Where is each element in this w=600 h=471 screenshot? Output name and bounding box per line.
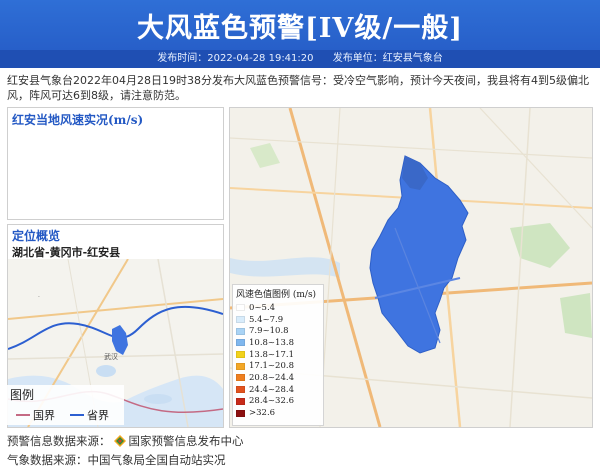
- wind-legend-item: 5.4~7.9: [233, 314, 323, 326]
- wind-legend-item: 0~5.4: [233, 302, 323, 314]
- wind-legend-title: 风速色值图例 (m/s): [236, 290, 317, 300]
- location-panel-title: 定位概览: [12, 229, 61, 243]
- warning-source-label: 预警信息数据来源：: [7, 434, 111, 448]
- publish-unit: 发布单位：红安县气象台: [332, 53, 443, 64]
- warning-source-line: 预警信息数据来源： 国家预警信息发布中心: [7, 433, 244, 449]
- legend-item-province: 省界: [70, 407, 109, 423]
- publish-time: 发布时间：2022-04-28 19:41:20: [157, 53, 314, 64]
- boundary-legend-title: 图例: [10, 388, 35, 402]
- wind-legend-item: 28.4~32.6: [233, 396, 323, 408]
- wind-legend-item: >32.6: [233, 407, 323, 419]
- wind-speed-legend: 风速色值图例 (m/s) 0~5.4 5.4~7.9 7.9~10.8 10.8…: [232, 284, 324, 426]
- wind-legend-item: 20.8~24.4: [233, 372, 323, 384]
- minimap-city-label: 武汉: [104, 352, 118, 361]
- wind-legend-item: 10.8~13.8: [233, 337, 323, 349]
- national-border-line-icon: [16, 414, 30, 416]
- weather-source-line: 气象数据来源：中国气象局全国自动站实况: [7, 453, 226, 467]
- legend-item-national: 国界: [16, 407, 55, 423]
- wind-legend-item: 24.4~28.4: [233, 384, 323, 396]
- location-name: 湖北省-黄冈市-红安县: [12, 246, 121, 259]
- wind-speed-panel: 红安当地风速实况(m/s): [7, 107, 224, 220]
- wind-panel-title: 红安当地风速实况(m/s): [12, 113, 144, 127]
- warning-title: 大风蓝色预警[IV级/一般]: [137, 13, 463, 44]
- warning-banner: 大风蓝色预警[IV级/一般] 发布时间：2022-04-28 19:41:20 …: [0, 0, 600, 68]
- province-border-line-icon: [70, 414, 84, 416]
- warning-center-logo-icon: [113, 435, 126, 447]
- boundary-legend: 图例 国界 省界: [6, 385, 124, 425]
- wind-legend-item: 7.9~10.8: [233, 325, 323, 337]
- warning-description: 红安县气象台2022年04月28日19时38分发布大风蓝色预警信号：受冷空气影响…: [7, 74, 589, 102]
- banner-meta: 发布时间：2022-04-28 19:41:20 发布单位：红安县气象台: [0, 50, 600, 68]
- wind-legend-item: 13.8~17.1: [233, 349, 323, 361]
- svg-text:·: ·: [38, 294, 40, 301]
- wind-legend-item: 17.1~20.8: [233, 360, 323, 372]
- warning-source-org[interactable]: 国家预警信息发布中心: [129, 433, 244, 449]
